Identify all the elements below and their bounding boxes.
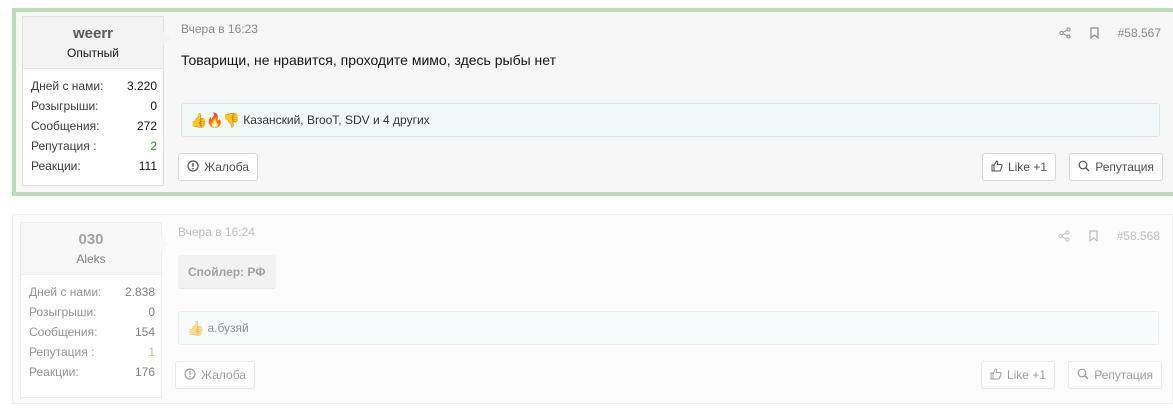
- search-icon: [1077, 368, 1089, 383]
- user-info-panel: weerr Опытный Дней с нами: 3.220 Розыгрыш…: [22, 16, 171, 186]
- reactions-users[interactable]: а.бузяй: [207, 321, 248, 335]
- user-info-panel: 030 Aleks Дней с нами: 2.838 Розыгрыши: 0 …: [20, 222, 169, 398]
- user-header: weerr Опытный: [23, 17, 171, 69]
- user-stats: Дней с нами: 2.838 Розыгрыши: 0 Сообщения:…: [21, 275, 161, 382]
- reaction-emojis: 👍: [187, 319, 204, 336]
- post-attributes: #58.567: [1059, 26, 1161, 40]
- stat-giveaways: Розыгрыши: 0: [31, 99, 157, 113]
- reactions-bar[interactable]: 👍 а.бузяй: [178, 311, 1159, 345]
- user-title: Aleks: [76, 252, 106, 266]
- share-icon[interactable]: [1059, 27, 1071, 39]
- report-button[interactable]: Жалоба: [175, 361, 255, 389]
- stat-reactions: Реакции: 176: [29, 365, 155, 379]
- post-body: Вчера в 16:23 #58.567 Товарищи, не нрави…: [178, 12, 1173, 192]
- stat-reputation: Репутация :1: [29, 345, 155, 359]
- thumbs-up-icon: [990, 367, 1002, 383]
- post-58567: weerr Опытный Дней с нами: 3.220 Розыгрыш…: [12, 8, 1173, 196]
- thumbs-up-icon: [991, 159, 1003, 175]
- username-link[interactable]: 030: [21, 231, 161, 249]
- search-icon: [1078, 160, 1090, 175]
- user-header: 030 Aleks: [21, 223, 169, 275]
- bookmark-icon[interactable]: [1088, 230, 1099, 242]
- stat-reputation: Репутация :2: [31, 139, 157, 153]
- reputation-button[interactable]: Репутация: [1068, 361, 1162, 389]
- username-link[interactable]: weerr: [23, 25, 163, 43]
- post-58568: 030 Aleks Дней с нами: 2.838 Розыгрыши: 0 …: [12, 214, 1173, 404]
- reputation-button[interactable]: Репутация: [1069, 153, 1163, 181]
- like-button[interactable]: Like +1: [980, 361, 1055, 389]
- report-button[interactable]: Жалоба: [178, 153, 258, 181]
- like-button[interactable]: Like +1: [981, 153, 1056, 181]
- stat-reactions: Реакции: 111: [31, 159, 157, 173]
- share-icon[interactable]: [1058, 230, 1070, 242]
- reactions-users[interactable]: Казанский, BrooT, SDV и 4 других: [243, 113, 429, 127]
- alert-circle-icon: [187, 159, 199, 175]
- post-number-link[interactable]: #58.567: [1118, 26, 1161, 40]
- post-attributes: #58.568: [1058, 229, 1160, 243]
- post-body: Вчера в 16:24 #58.568 Спойлер: РФ 👍 а.бу…: [175, 215, 1172, 403]
- user-stats: Дней с нами: 3.220 Розыгрыши: 0 Сообщения:…: [23, 69, 163, 176]
- spoiler-button[interactable]: Спойлер: РФ: [178, 255, 276, 289]
- stat-days: Дней с нами: 3.220: [31, 79, 157, 93]
- post-number-link[interactable]: #58.568: [1117, 229, 1160, 243]
- reaction-emojis: 👍🔥👎: [190, 111, 240, 128]
- stat-messages: Сообщения: 272: [31, 119, 157, 133]
- reactions-bar[interactable]: 👍🔥👎 Казанский, BrooT, SDV и 4 других: [181, 103, 1160, 137]
- stat-days: Дней с нами: 2.838: [29, 285, 155, 299]
- bookmark-icon[interactable]: [1089, 27, 1100, 39]
- post-date[interactable]: Вчера в 16:24: [178, 225, 255, 239]
- stat-giveaways: Розыгрыши: 0: [29, 305, 155, 319]
- user-title: Опытный: [67, 46, 119, 60]
- stat-messages: Сообщения: 154: [29, 325, 155, 339]
- post-message: Товарищи, не нравится, проходите мимо, з…: [181, 52, 557, 68]
- post-date[interactable]: Вчера в 16:23: [181, 22, 258, 36]
- alert-circle-icon: [184, 367, 196, 383]
